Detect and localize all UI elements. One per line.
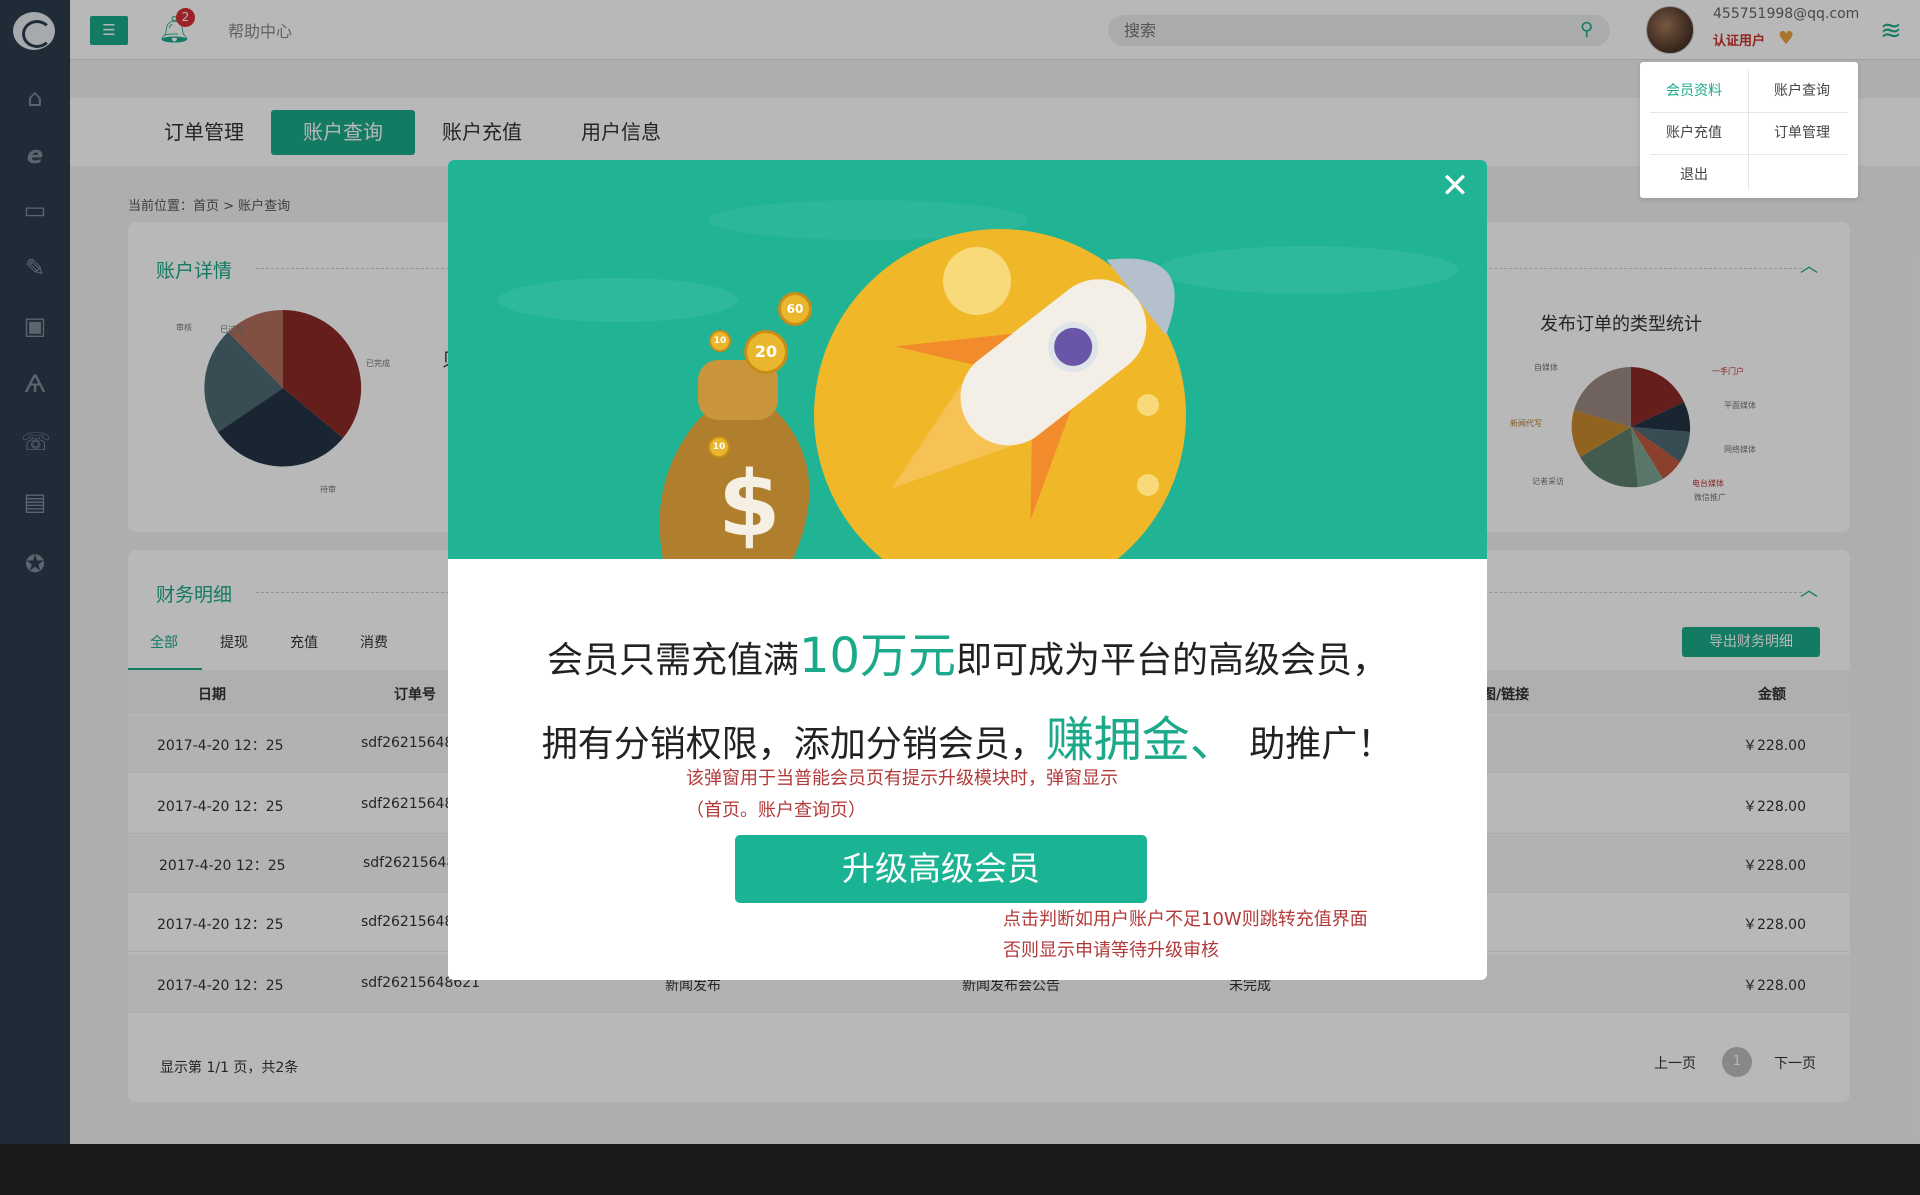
menu-item-order-management[interactable]: 订单管理 bbox=[1752, 116, 1852, 150]
promo-highlight: 赚拥金、 bbox=[1045, 712, 1238, 768]
menu-divider bbox=[1748, 70, 1749, 190]
promo-line-2: 拥有分销权限，添加分销会员，赚拥金、 助推广！ bbox=[448, 700, 1487, 770]
promo-line-1: 会员只需充值满10万元即可成为平台的高级会员， bbox=[448, 616, 1487, 686]
promo-text: 拥有分销权限，添加分销会员， bbox=[541, 724, 1046, 765]
menu-item-account-query[interactable]: 账户查询 bbox=[1752, 74, 1852, 108]
menu-item-account-recharge[interactable]: 账户充值 bbox=[1644, 116, 1744, 150]
menu-divider bbox=[1650, 154, 1848, 155]
app-window: ⌂ e ▭ ✎ ▣ Ѧ ☏ ▤ ✪ ☰ 🔔︎ 2 帮助中心 ⚲ 45575199… bbox=[0, 0, 1920, 1144]
coin-icon: 60 bbox=[778, 292, 812, 326]
coin-icon: 10 bbox=[708, 436, 730, 458]
promo-text: 即可成为平台的高级会员， bbox=[956, 640, 1389, 681]
promo-highlight: 10万元 bbox=[798, 628, 957, 684]
rocket-moneybag-illustration: $ bbox=[498, 200, 1458, 559]
upgrade-modal: $ 60 10 20 10 ✕ 会员只需充值满10万元即可成为平台的高级会员， … bbox=[448, 160, 1487, 980]
menu-item-logout[interactable]: 退出 bbox=[1644, 158, 1744, 192]
annotation-note: 否则显示申请等待升级审核 bbox=[1003, 940, 1219, 961]
menu-item-member-profile[interactable]: 会员资料 bbox=[1644, 74, 1744, 108]
upgrade-premium-button[interactable]: 升级高级会员 bbox=[735, 835, 1147, 903]
modal-banner-illustration: $ 60 10 20 10 ✕ bbox=[448, 160, 1487, 559]
annotation-note: 该弹窗用于当普能会员页有提示升级模块时，弹窗显示 bbox=[686, 768, 1118, 789]
svg-text:$: $ bbox=[718, 452, 781, 557]
annotation-note: （首页。账户查询页） bbox=[686, 800, 866, 821]
annotation-note: 点击判断如用户账户不足10W则跳转充值界面 bbox=[1003, 909, 1368, 930]
bottom-bar bbox=[0, 1144, 1920, 1195]
close-icon[interactable]: ✕ bbox=[1437, 168, 1473, 204]
coin-icon: 10 bbox=[709, 330, 731, 352]
promo-text: 助推广！ bbox=[1237, 724, 1394, 765]
coin-icon: 20 bbox=[744, 330, 788, 374]
user-dropdown-menu: 会员资料 账户查询 账户充值 订单管理 退出 bbox=[1640, 62, 1858, 198]
promo-text: 会员只需充值满 bbox=[546, 640, 799, 681]
menu-divider bbox=[1650, 112, 1848, 113]
